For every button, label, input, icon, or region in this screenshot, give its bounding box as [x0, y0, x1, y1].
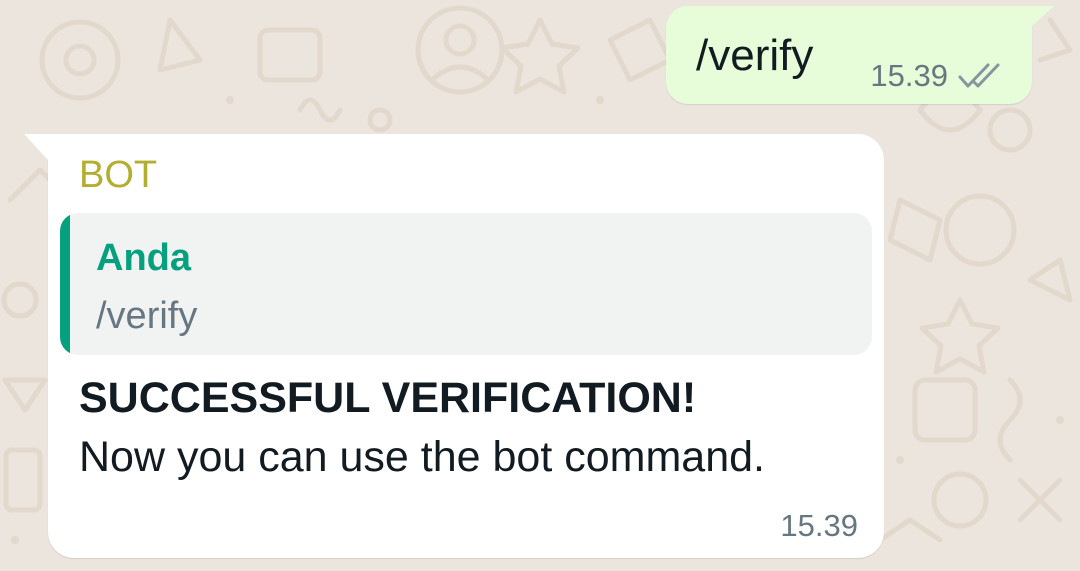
message-title: SUCCESSFUL VERIFICATION!	[79, 374, 697, 422]
message-body: Now you can use the bot command.	[79, 433, 765, 481]
outgoing-bubble-tail	[1032, 6, 1054, 26]
outgoing-message-meta: 15.39	[870, 56, 1004, 96]
sender-name: BOT	[79, 154, 158, 196]
incoming-message-bubble[interactable]: BOT Anda /verify SUCCESSFUL VERIFICATION…	[24, 134, 884, 558]
double-check-icon	[958, 62, 1004, 90]
quoted-message-text: /verify	[96, 295, 198, 337]
outgoing-message-text: /verify	[696, 31, 814, 80]
quoted-message-author: Anda	[96, 237, 191, 279]
quoted-message[interactable]: Anda /verify	[60, 213, 872, 355]
quote-accent-bar	[60, 213, 70, 355]
outgoing-message-bubble[interactable]: /verify 15.39	[666, 6, 1054, 104]
outgoing-message-time: 15.39	[870, 58, 948, 93]
incoming-bubble-tail	[24, 134, 48, 160]
incoming-message-time: 15.39	[780, 508, 858, 543]
